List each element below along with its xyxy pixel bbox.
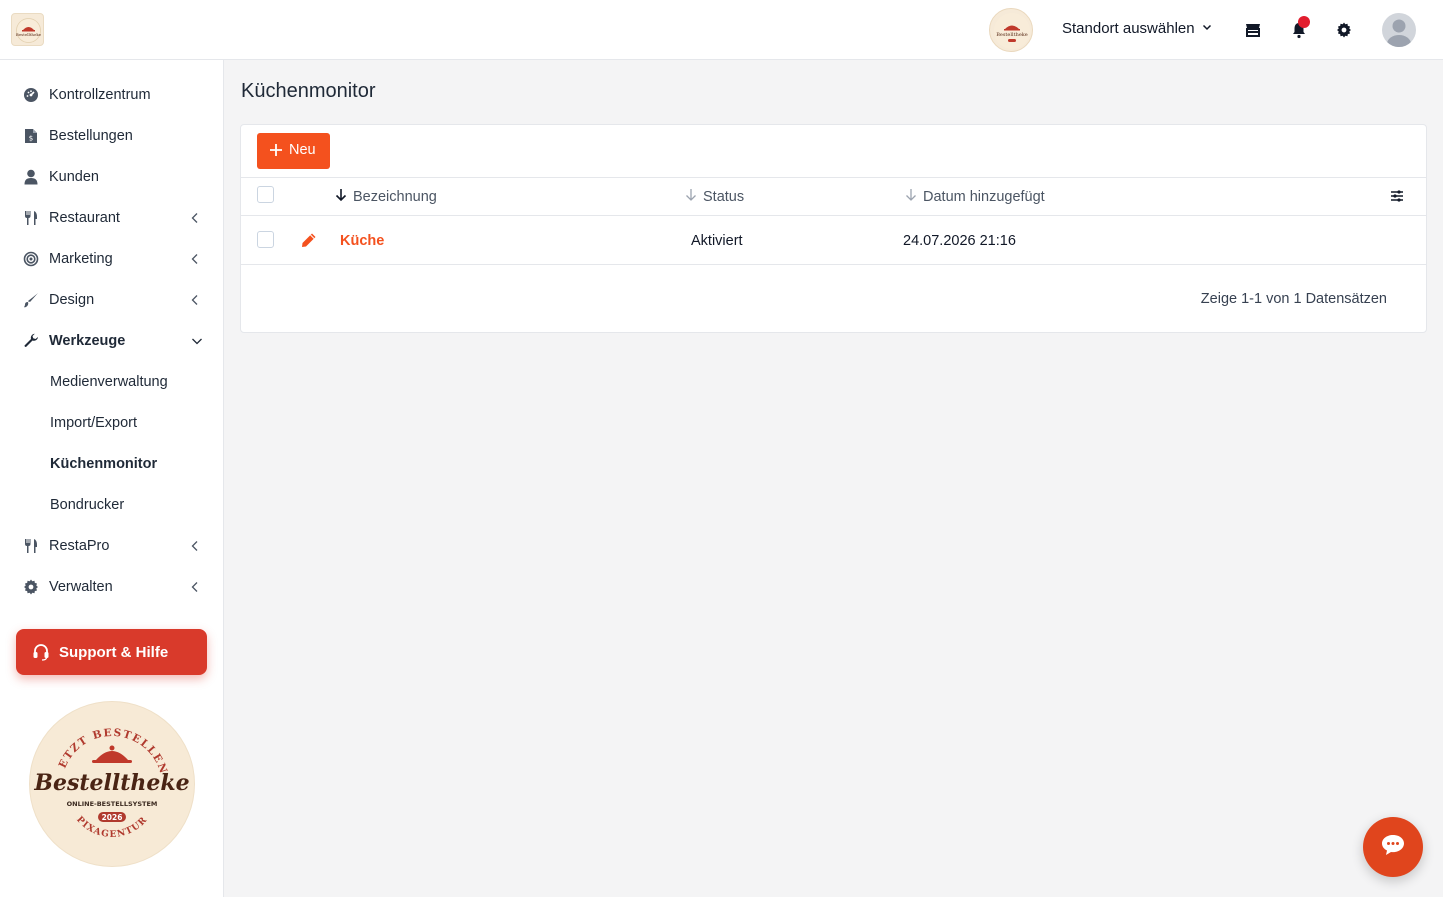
svg-text:Bestelltheke: Bestelltheke bbox=[33, 770, 189, 796]
gear-icon bbox=[22, 578, 40, 596]
new-button[interactable]: Neu bbox=[257, 133, 330, 169]
brush-icon bbox=[22, 291, 40, 309]
plus-icon bbox=[269, 143, 283, 161]
row-date: 24.07.2026 21:16 bbox=[903, 233, 1016, 249]
store-icon[interactable] bbox=[1243, 20, 1263, 40]
column-header-label: Status bbox=[703, 189, 745, 205]
sidebar-item-label: Kontrollzentrum bbox=[49, 86, 151, 103]
arrow-down-icon bbox=[335, 188, 347, 206]
page-title: Küchenmonitor bbox=[241, 80, 376, 102]
bestelltheke-badge-logo: JETZT BESTELLEN Bestelltheke ONLINE-BEST… bbox=[26, 693, 194, 866]
column-header-label: Bezeichnung bbox=[353, 189, 437, 205]
row-checkbox[interactable] bbox=[257, 231, 274, 248]
support-button-label: Support & Hilfe bbox=[59, 643, 169, 661]
row-name-link[interactable]: Küche bbox=[340, 233, 384, 249]
row-status: Aktiviert bbox=[691, 233, 743, 249]
sidebar-subitem-label: Küchenmonitor bbox=[50, 455, 158, 472]
svg-text:ONLINE-BESTELLSYSTEM: ONLINE-BESTELLSYSTEM bbox=[67, 800, 158, 808]
sidebar-item-label: Kunden bbox=[49, 168, 99, 185]
divider bbox=[241, 177, 1426, 178]
sidebar-item-kontrollzentrum[interactable]: Kontrollzentrum bbox=[0, 74, 223, 115]
location-select-label: Standort auswählen bbox=[1062, 20, 1195, 37]
sidebar-subitem-label: Bondrucker bbox=[50, 496, 125, 513]
chat-button[interactable] bbox=[1363, 817, 1423, 877]
chevron-left-icon bbox=[188, 211, 202, 225]
sidebar-subitem-label: Medienverwaltung bbox=[50, 373, 168, 390]
notification-dot bbox=[1298, 16, 1310, 28]
divider bbox=[241, 215, 1426, 216]
sidebar-item-werkzeuge[interactable]: Werkzeuge bbox=[0, 320, 223, 361]
column-header-bezeichnung[interactable]: Bezeichnung bbox=[335, 188, 437, 206]
sidebar-item-label: Werkzeuge bbox=[49, 332, 126, 349]
column-header-datum[interactable]: Datum hinzugefügt bbox=[905, 188, 1045, 206]
sidebar-subitem-medienverwaltung[interactable]: Medienverwaltung bbox=[0, 361, 223, 402]
chevron-left-icon bbox=[188, 580, 202, 594]
column-header-label: Datum hinzugefügt bbox=[923, 189, 1045, 205]
location-select[interactable]: Standort auswählen bbox=[1062, 20, 1213, 37]
user-icon bbox=[22, 168, 40, 186]
gear-icon[interactable] bbox=[1334, 20, 1354, 40]
column-settings-icon[interactable] bbox=[1390, 189, 1404, 203]
sidebar-item-marketing[interactable]: Marketing bbox=[0, 238, 223, 279]
target-icon bbox=[22, 250, 40, 268]
pagination-info: Zeige 1-1 von 1 Datensätzen bbox=[1200, 291, 1387, 307]
bestelltheke-badge-icon[interactable]: Bestelltheke bbox=[989, 8, 1033, 52]
top-bar: Bestelltheke Bestelltheke Standort auswä… bbox=[0, 0, 1443, 60]
svg-text:2026: 2026 bbox=[102, 813, 123, 822]
chevron-left-icon bbox=[188, 252, 202, 266]
utensils-icon bbox=[22, 537, 40, 555]
sidebar-item-verwalten[interactable]: Verwalten bbox=[0, 566, 223, 607]
headset-icon bbox=[32, 643, 50, 666]
sidebar-subitem-import-export[interactable]: Import/Export bbox=[0, 402, 223, 443]
sidebar-item-kunden[interactable]: Kunden bbox=[0, 156, 223, 197]
utensils-icon bbox=[22, 209, 40, 227]
bestelltheke-logo-icon[interactable]: Bestelltheke bbox=[11, 13, 44, 46]
sidebar: Kontrollzentrum $ Bestellungen Kunden Re… bbox=[0, 60, 224, 897]
sidebar-subitem-kuechenmonitor[interactable]: Küchenmonitor bbox=[0, 443, 223, 484]
sidebar-item-label: Design bbox=[49, 291, 95, 308]
pencil-icon[interactable] bbox=[301, 232, 317, 248]
data-table-card: Neu Bezeichnung Status Datum hinzugefügt… bbox=[240, 124, 1427, 333]
divider bbox=[241, 264, 1426, 265]
user-avatar[interactable] bbox=[1382, 13, 1416, 47]
support-button[interactable]: Support & Hilfe bbox=[16, 629, 207, 675]
select-all-checkbox[interactable] bbox=[257, 186, 274, 203]
gauge-icon bbox=[22, 86, 40, 104]
sidebar-item-label: Restaurant bbox=[49, 209, 120, 226]
svg-text:$: $ bbox=[29, 134, 33, 142]
sidebar-subitem-bondrucker[interactable]: Bondrucker bbox=[0, 484, 223, 525]
column-header-status[interactable]: Status bbox=[685, 188, 744, 206]
chevron-left-icon bbox=[188, 293, 202, 307]
sidebar-item-label: Marketing bbox=[49, 250, 113, 267]
chevron-left-icon bbox=[188, 539, 202, 553]
sidebar-item-bestellungen[interactable]: $ Bestellungen bbox=[0, 115, 223, 156]
sidebar-item-label: RestaPro bbox=[49, 537, 110, 554]
sidebar-item-label: Verwalten bbox=[49, 578, 113, 595]
arrow-down-icon bbox=[905, 188, 917, 206]
chevron-down-icon bbox=[190, 334, 204, 348]
arrow-down-icon bbox=[685, 188, 697, 206]
sidebar-subitem-label: Import/Export bbox=[50, 414, 138, 431]
sidebar-item-design[interactable]: Design bbox=[0, 279, 223, 320]
wrench-icon bbox=[22, 332, 40, 350]
receipt-icon: $ bbox=[22, 127, 40, 145]
sidebar-item-restaurant[interactable]: Restaurant bbox=[0, 197, 223, 238]
svg-text:Bestelltheke: Bestelltheke bbox=[996, 32, 1028, 38]
chevron-down-icon bbox=[1201, 20, 1213, 37]
svg-text:Bestelltheke: Bestelltheke bbox=[16, 32, 42, 37]
sidebar-item-label: Bestellungen bbox=[49, 127, 133, 144]
sidebar-item-restapro[interactable]: RestaPro bbox=[0, 525, 223, 566]
new-button-label: Neu bbox=[289, 142, 316, 158]
chat-bubble-icon bbox=[1380, 833, 1406, 862]
